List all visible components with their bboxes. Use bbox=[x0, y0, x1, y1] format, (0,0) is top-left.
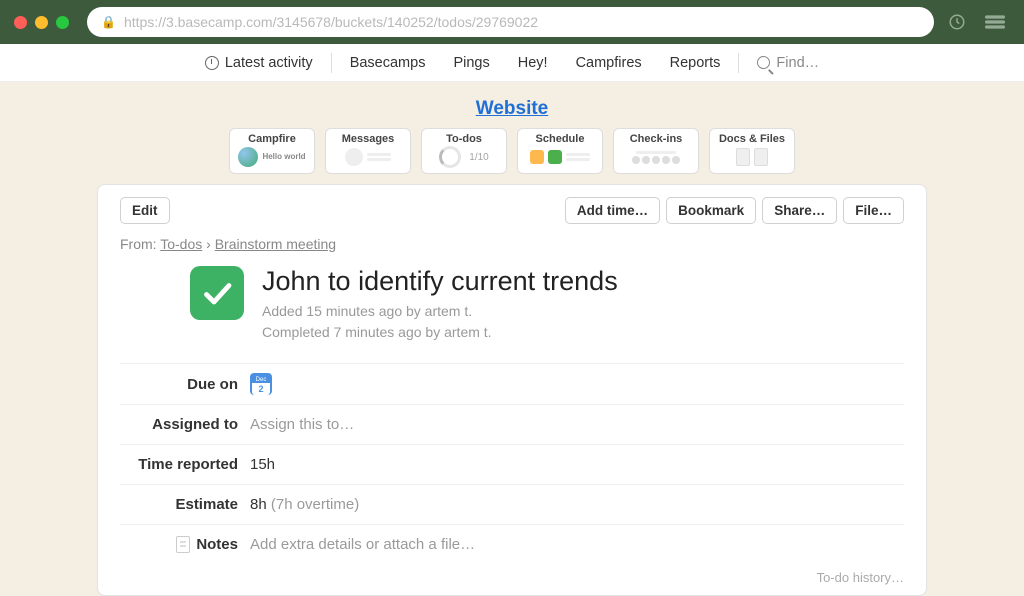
field-notes[interactable]: Notes Add extra details or attach a file… bbox=[120, 524, 904, 564]
menu-chrome-icon[interactable] bbox=[980, 7, 1010, 37]
todo-history-link[interactable]: To-do history… bbox=[120, 570, 904, 585]
calendar-icon bbox=[548, 150, 562, 164]
maximize-window-icon[interactable] bbox=[56, 16, 69, 29]
nav-reports[interactable]: Reports bbox=[656, 55, 735, 71]
document-icon bbox=[736, 148, 750, 166]
share-button[interactable]: Share… bbox=[762, 197, 837, 224]
breadcrumb-todos[interactable]: To-dos bbox=[160, 236, 202, 252]
field-due-on[interactable]: Due on Dec 2 bbox=[120, 363, 904, 404]
close-window-icon[interactable] bbox=[14, 16, 27, 29]
notes-placeholder: Add extra details or attach a file… bbox=[250, 536, 475, 553]
nav-basecamps[interactable]: Basecamps bbox=[336, 55, 440, 71]
avatar-icon bbox=[238, 147, 258, 167]
nav-separator bbox=[331, 53, 332, 73]
bookmark-button[interactable]: Bookmark bbox=[666, 197, 756, 224]
tab-campfire[interactable]: Campfire Hello world bbox=[229, 128, 315, 174]
document-icon bbox=[754, 148, 768, 166]
field-label: Due on bbox=[120, 376, 250, 393]
tab-label: To-dos bbox=[446, 133, 482, 145]
todo-completed-meta: Completed 7 minutes ago by artem t. bbox=[262, 322, 618, 343]
field-time-reported[interactable]: Time reported 15h bbox=[120, 444, 904, 484]
tab-label: Messages bbox=[342, 133, 395, 145]
browser-chrome: 🔒 https://3.basecamp.com/3145678/buckets… bbox=[0, 0, 1024, 44]
clock-chrome-icon[interactable] bbox=[942, 7, 972, 37]
url-text: https://3.basecamp.com/3145678/buckets/1… bbox=[124, 14, 538, 30]
placeholder-icon bbox=[345, 148, 363, 166]
nav-hey[interactable]: Hey! bbox=[504, 55, 562, 71]
field-assigned-to[interactable]: Assigned to Assign this to… bbox=[120, 404, 904, 444]
progress-ring-icon bbox=[439, 146, 461, 168]
lock-icon: 🔒 bbox=[101, 15, 116, 29]
completed-checkbox[interactable] bbox=[190, 266, 244, 320]
tool-cards: Campfire Hello world Messages To-dos 1/1… bbox=[20, 128, 1004, 174]
nav-campfires[interactable]: Campfires bbox=[562, 55, 656, 71]
tab-label: Schedule bbox=[536, 133, 585, 145]
breadcrumb-list[interactable]: Brainstorm meeting bbox=[215, 236, 336, 252]
project-title: Website bbox=[20, 98, 1004, 120]
todo-fields: Due on Dec 2 Assigned to Assign this to…… bbox=[120, 363, 904, 564]
campfire-snippet: Hello world bbox=[262, 153, 305, 161]
tab-todos[interactable]: To-dos 1/10 bbox=[421, 128, 507, 174]
tab-messages[interactable]: Messages bbox=[325, 128, 411, 174]
assigned-placeholder: Assign this to… bbox=[250, 416, 354, 433]
window-controls bbox=[14, 16, 69, 29]
field-estimate[interactable]: Estimate 8h (7h overtime) bbox=[120, 484, 904, 524]
tab-schedule[interactable]: Schedule bbox=[517, 128, 603, 174]
checkmark-icon bbox=[199, 275, 235, 311]
tab-docs-files[interactable]: Docs & Files bbox=[709, 128, 795, 174]
clock-icon bbox=[205, 56, 219, 70]
nav-latest-activity[interactable]: Latest activity bbox=[191, 55, 327, 71]
field-label: Estimate bbox=[120, 496, 250, 513]
todo-added-meta: Added 15 minutes ago by artem t. bbox=[262, 301, 618, 322]
nav-separator bbox=[738, 53, 739, 73]
nav-pings[interactable]: Pings bbox=[439, 55, 503, 71]
file-button[interactable]: File… bbox=[843, 197, 904, 224]
todo-card: Edit Add time… Bookmark Share… File… Fro… bbox=[97, 184, 927, 596]
nav-find[interactable]: Find… bbox=[743, 55, 833, 71]
breadcrumb-from: From: bbox=[120, 236, 157, 252]
tab-label: Docs & Files bbox=[719, 133, 785, 145]
calendar-icon bbox=[530, 150, 544, 164]
add-time-button[interactable]: Add time… bbox=[565, 197, 660, 224]
top-nav: Latest activity Basecamps Pings Hey! Cam… bbox=[0, 44, 1024, 82]
todos-count: 1/10 bbox=[469, 152, 488, 163]
field-label: Time reported bbox=[120, 456, 250, 473]
calendar-date-icon: Dec 2 bbox=[250, 373, 272, 395]
field-label: Notes bbox=[120, 536, 250, 553]
project-link[interactable]: Website bbox=[476, 98, 549, 119]
estimate-value: 8h (7h overtime) bbox=[250, 496, 359, 513]
field-label: Assigned to bbox=[120, 416, 250, 433]
note-icon bbox=[176, 536, 190, 553]
tab-label: Check-ins bbox=[630, 133, 683, 145]
tab-checkins[interactable]: Check-ins bbox=[613, 128, 699, 174]
time-reported-value: 15h bbox=[250, 456, 275, 473]
todo-title: John to identify current trends bbox=[262, 266, 618, 297]
tab-label: Campfire bbox=[248, 133, 296, 145]
minimize-window-icon[interactable] bbox=[35, 16, 48, 29]
edit-button[interactable]: Edit bbox=[120, 197, 170, 224]
breadcrumb: From: To-dos › Brainstorm meeting bbox=[120, 236, 904, 252]
search-icon bbox=[757, 56, 770, 69]
url-bar[interactable]: 🔒 https://3.basecamp.com/3145678/buckets… bbox=[87, 7, 934, 37]
